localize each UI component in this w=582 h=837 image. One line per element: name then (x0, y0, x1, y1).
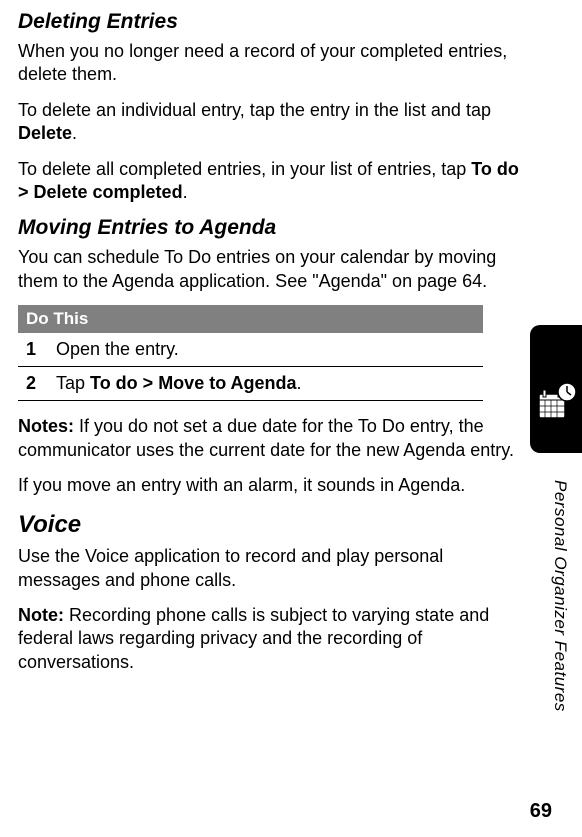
table-row: 2 Tap To do > Move to Agenda. (18, 367, 483, 401)
para-delete-completed: To delete all completed entries, in your… (18, 158, 523, 205)
step-text: Open the entry. (48, 333, 483, 367)
text-fragment: . (183, 182, 188, 202)
step-number: 1 (18, 333, 48, 367)
para-notes: Notes: If you do not set a due date for … (18, 415, 523, 462)
text-fragment: . (72, 123, 77, 143)
para-delete-individual: To delete an individual entry, tap the e… (18, 99, 523, 146)
text-delete-bold: Delete (18, 123, 72, 143)
step-text: Tap To do > Move to Agenda. (48, 367, 483, 401)
para-voice-note: Note: Recording phone calls is subject t… (18, 604, 523, 674)
para-alarm-note: If you move an entry with an alarm, it s… (18, 474, 523, 497)
step-number: 2 (18, 367, 48, 401)
text-fragment: To delete all completed entries, in your… (18, 159, 471, 179)
para-moving-intro: You can schedule To Do entries on your c… (18, 246, 523, 293)
page-number: 69 (530, 800, 552, 823)
para-deleting-intro: When you no longer need a record of your… (18, 40, 523, 87)
calendar-stopwatch-icon (535, 380, 579, 424)
notes-label: Notes: (18, 416, 74, 436)
text-fragment: To delete an individual entry, tap the e… (18, 100, 491, 120)
steps-table: Do This 1 Open the entry. 2 Tap To do > … (18, 305, 483, 401)
heading-voice: Voice (18, 511, 523, 539)
note-label: Note: (18, 605, 64, 625)
notes-text: If you do not set a due date for the To … (18, 416, 514, 459)
heading-deleting-entries: Deleting Entries (18, 10, 523, 34)
heading-moving-entries: Moving Entries to Agenda (18, 216, 523, 240)
para-voice-intro: Use the Voice application to record and … (18, 545, 523, 592)
text-move-to-agenda-bold: To do > Move to Agenda (90, 373, 297, 393)
steps-table-header: Do This (18, 305, 483, 333)
note-text: Recording phone calls is subject to vary… (18, 605, 489, 672)
vertical-section-label: Personal Organizer Features (550, 480, 570, 712)
text-fragment: Tap (56, 373, 90, 393)
text-fragment: . (297, 373, 302, 393)
table-row: 1 Open the entry. (18, 333, 483, 367)
